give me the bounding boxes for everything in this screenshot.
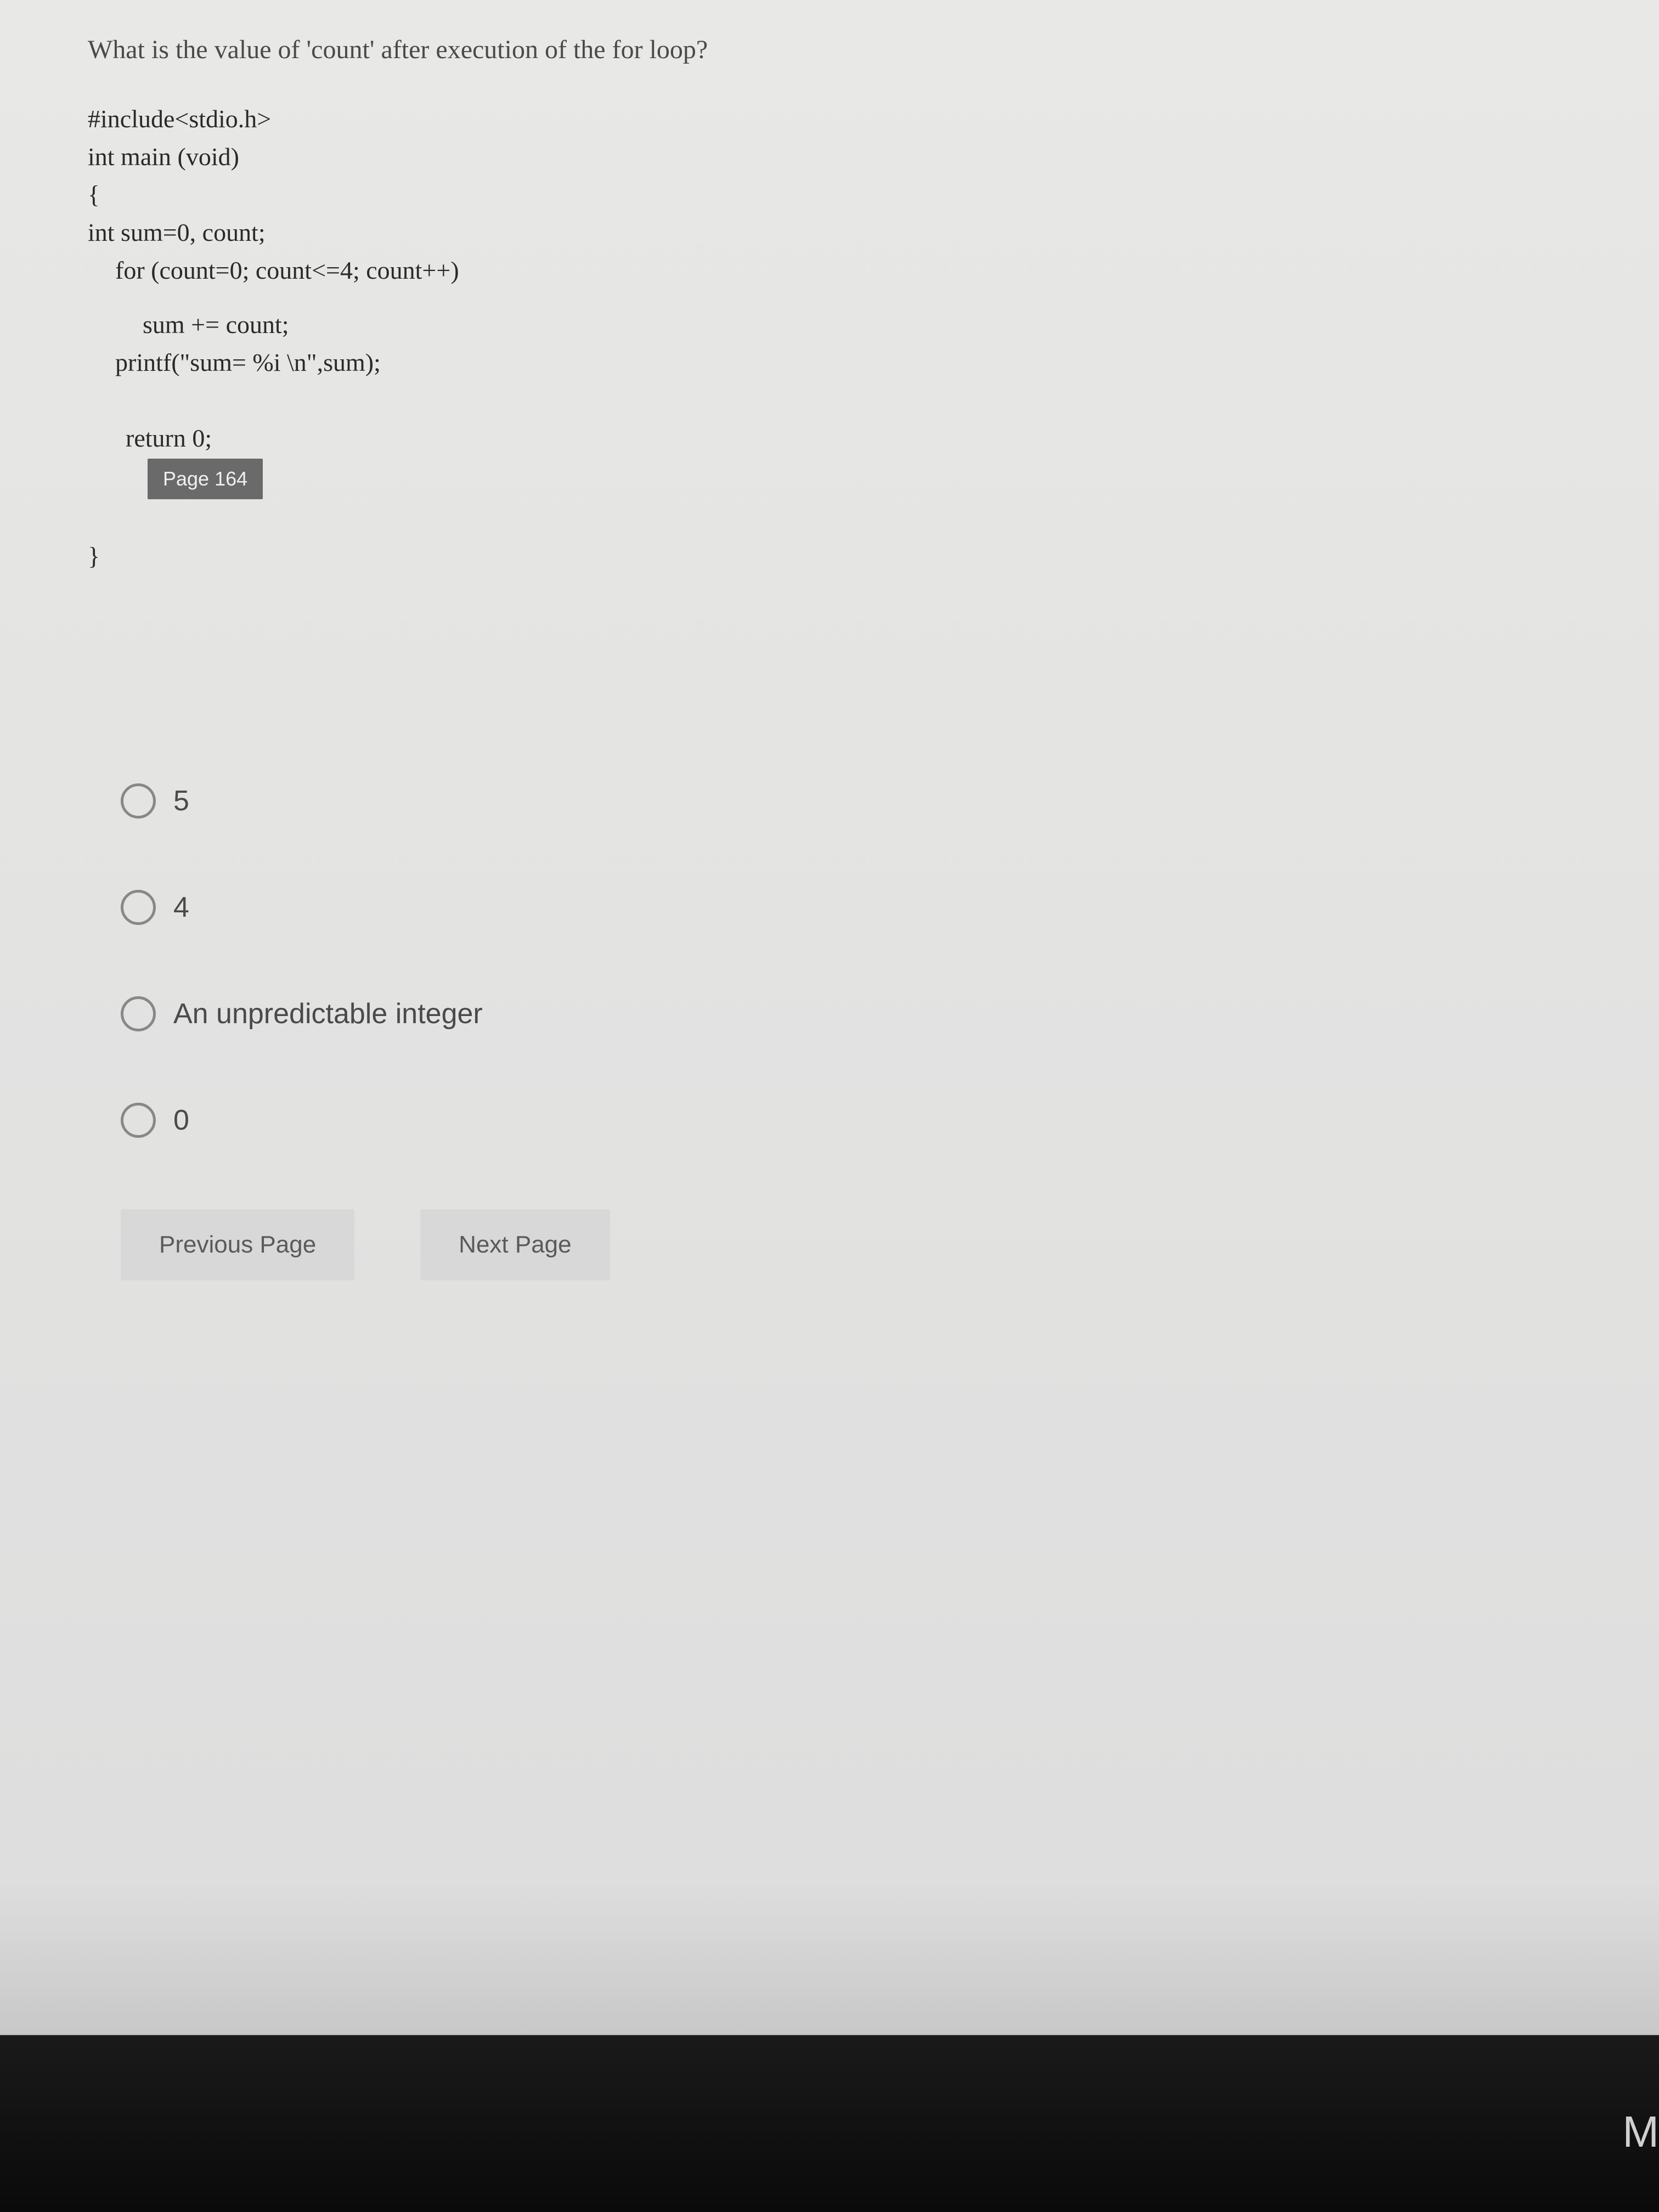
option-row[interactable]: 0 bbox=[121, 1103, 1593, 1138]
question-prompt: What is the value of 'count' after execu… bbox=[88, 33, 1593, 67]
code-line: printf("sum= %i \n",sum); bbox=[88, 343, 1593, 381]
code-block: #include<stdio.h> int main (void) { int … bbox=[88, 100, 1593, 574]
code-line: int main (void) bbox=[88, 138, 1593, 176]
code-line: for (count=0; count<=4; count++) bbox=[88, 251, 1593, 289]
option-row[interactable]: 5 bbox=[121, 783, 1593, 819]
option-label: 4 bbox=[173, 891, 189, 924]
radio-icon[interactable] bbox=[121, 1103, 156, 1138]
option-label: An unpredictable integer bbox=[173, 997, 483, 1030]
code-line: sum += count; bbox=[88, 306, 1593, 343]
previous-page-button[interactable]: Previous Page bbox=[121, 1209, 354, 1280]
code-line: { bbox=[88, 176, 1593, 213]
code-line: #include<stdio.h> bbox=[88, 100, 1593, 138]
nav-buttons: Previous Page Next Page bbox=[88, 1209, 1593, 1280]
option-label: 0 bbox=[173, 1104, 189, 1137]
code-line: int sum=0, count; bbox=[88, 213, 1593, 251]
next-page-button[interactable]: Next Page bbox=[420, 1209, 610, 1280]
option-row[interactable]: An unpredictable integer bbox=[121, 996, 1593, 1031]
radio-icon[interactable] bbox=[121, 783, 156, 819]
corner-letter: M bbox=[1622, 2107, 1659, 2157]
code-line-with-tooltip: return 0; Page 164 bbox=[88, 381, 1593, 537]
option-row[interactable]: 4 bbox=[121, 890, 1593, 925]
code-text: return 0; bbox=[126, 424, 212, 452]
answer-options: 5 4 An unpredictable integer 0 bbox=[88, 783, 1593, 1138]
radio-icon[interactable] bbox=[121, 996, 156, 1031]
code-line: } bbox=[88, 537, 1593, 575]
option-label: 5 bbox=[173, 785, 189, 817]
radio-icon[interactable] bbox=[121, 890, 156, 925]
quiz-page: What is the value of 'count' after execu… bbox=[0, 0, 1659, 1302]
page-tooltip: Page 164 bbox=[148, 459, 263, 499]
